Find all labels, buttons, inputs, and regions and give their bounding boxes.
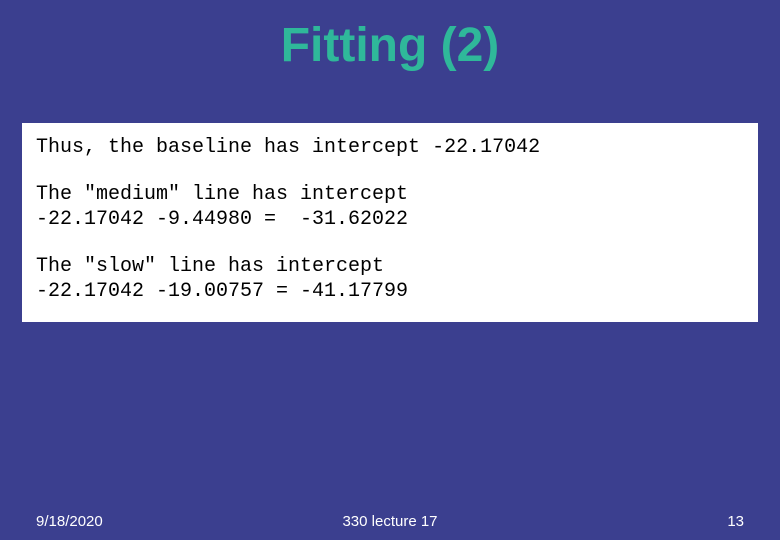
- slide-title: Fitting (2): [0, 18, 780, 73]
- medium-line-intercept-text: The "medium" line has intercept -22.1704…: [36, 182, 744, 232]
- baseline-intercept-text: Thus, the baseline has intercept -22.170…: [36, 135, 744, 160]
- footer-lecture: 330 lecture 17: [342, 513, 437, 530]
- footer-date: 9/18/2020: [36, 513, 103, 530]
- content-box: Thus, the baseline has intercept -22.170…: [22, 123, 758, 322]
- slow-line-intercept-text: The "slow" line has intercept -22.17042 …: [36, 254, 744, 304]
- slide-footer: 9/18/2020 330 lecture 17 13: [0, 513, 780, 530]
- footer-page-number: 13: [727, 513, 744, 530]
